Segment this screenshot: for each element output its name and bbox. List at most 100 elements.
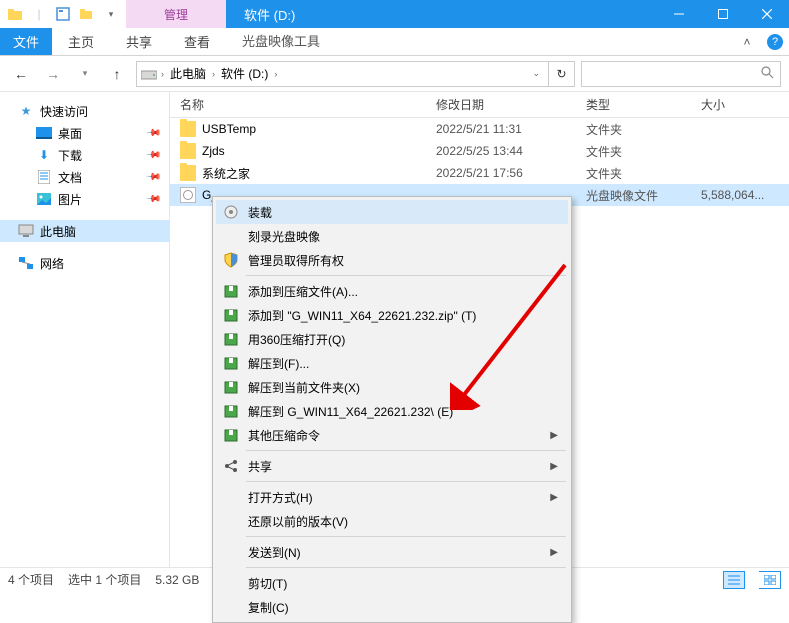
star-icon: ★ [18, 103, 34, 119]
menu-separator [246, 536, 566, 537]
contextual-tab-label: 管理 [126, 0, 226, 28]
tab-disc-image-tools[interactable]: 光盘映像工具 [226, 28, 336, 55]
chevron-right-icon: ▶ [550, 461, 558, 472]
context-menu-item[interactable]: 复制(C) [216, 595, 568, 619]
column-date[interactable]: 修改日期 [426, 96, 576, 113]
menu-separator [246, 450, 566, 451]
help-button[interactable]: ? [761, 28, 789, 55]
table-row[interactable]: 系统之家2022/5/21 17:56文件夹 [170, 162, 789, 184]
sidebar-documents[interactable]: 文档 📌 [0, 166, 169, 188]
chevron-right-icon[interactable]: › [274, 69, 277, 79]
context-menu-item[interactable]: 解压到(F)... [216, 351, 568, 375]
menu-item-label: 发送到(N) [248, 544, 301, 561]
address-dropdown-icon[interactable]: ⌄ [532, 68, 540, 79]
menu-item-label: 复制(C) [248, 599, 289, 616]
context-menu-item[interactable]: 还原以前的版本(V) [216, 509, 568, 533]
table-row[interactable]: Zjds2022/5/25 13:44文件夹 [170, 140, 789, 162]
sidebar-item-label: 文档 [58, 169, 82, 186]
pin-icon: 📌 [144, 191, 161, 208]
tab-home[interactable]: 主页 [52, 28, 110, 55]
qat-dropdown-icon[interactable]: ▾ [100, 3, 122, 25]
context-menu: 装载刻录光盘映像管理员取得所有权添加到压缩文件(A)...添加到 "G_WIN1… [212, 196, 572, 623]
archive-icon [222, 306, 240, 324]
context-menu-item[interactable]: 刻录光盘映像 [216, 224, 568, 248]
pin-icon: 📌 [144, 169, 161, 186]
context-menu-item[interactable]: 发送到(N)▶ [216, 540, 568, 564]
menu-item-label: 装载 [248, 204, 272, 221]
quick-access-toolbar: | ▾ [0, 0, 126, 28]
menu-separator [246, 481, 566, 482]
chevron-right-icon[interactable]: › [161, 69, 164, 79]
pin-icon: 📌 [144, 147, 161, 164]
column-type[interactable]: 类型 [576, 96, 691, 113]
qat-new-folder-icon[interactable] [76, 3, 98, 25]
folder-app-icon [4, 3, 26, 25]
archive-icon [222, 354, 240, 372]
back-button[interactable]: ← [8, 61, 34, 87]
breadcrumb[interactable]: › 此电脑 › 软件 (D:) › ⌄ [136, 61, 549, 87]
search-icon [760, 65, 774, 82]
file-type: 光盘映像文件 [576, 187, 691, 204]
sidebar-desktop[interactable]: 桌面 📌 [0, 122, 169, 144]
file-tab[interactable]: 文件 [0, 28, 52, 55]
download-icon: ⬇ [36, 147, 52, 163]
context-menu-item[interactable]: 剪切(T) [216, 571, 568, 595]
refresh-button[interactable]: ↻ [549, 61, 575, 87]
menu-item-label: 共享 [248, 458, 272, 475]
column-size[interactable]: 大小 [691, 96, 789, 113]
context-menu-item[interactable]: 添加到压缩文件(A)... [216, 279, 568, 303]
breadcrumb-this-pc[interactable]: 此电脑 [168, 65, 208, 82]
context-menu-item[interactable]: 打开方式(H)▶ [216, 485, 568, 509]
qat-sep-icon: | [28, 3, 50, 25]
context-menu-item[interactable]: 装载 [216, 200, 568, 224]
context-menu-item[interactable]: 添加到 "G_WIN11_X64_22621.232.zip" (T) [216, 303, 568, 327]
menu-item-label: 用360压缩打开(Q) [248, 331, 345, 348]
context-menu-item[interactable]: 管理员取得所有权 [216, 248, 568, 272]
mount-icon [222, 203, 240, 221]
file-name: 系统之家 [202, 165, 250, 182]
table-row[interactable]: USBTemp2022/5/21 11:31文件夹 [170, 118, 789, 140]
view-large-icons-button[interactable] [759, 571, 781, 589]
sidebar-item-label: 网络 [40, 255, 64, 272]
archive-icon [222, 402, 240, 420]
tab-view[interactable]: 查看 [168, 28, 226, 55]
sidebar-quick-access[interactable]: ★ 快速访问 [0, 100, 169, 122]
recent-locations-dropdown[interactable]: ▾ [72, 61, 98, 87]
context-menu-item[interactable]: 解压到 G_WIN11_X64_22621.232\ (E) [216, 399, 568, 423]
sidebar-item-label: 图片 [58, 191, 82, 208]
file-type: 文件夹 [576, 143, 691, 160]
menu-separator [246, 567, 566, 568]
context-menu-item[interactable]: 用360压缩打开(Q) [216, 327, 568, 351]
share-icon [222, 457, 240, 475]
view-details-button[interactable] [723, 571, 745, 589]
menu-item-label: 解压到(F)... [248, 355, 309, 372]
ribbon-collapse-icon[interactable]: ˄ [733, 28, 761, 55]
sidebar-network[interactable]: 网络 [0, 252, 169, 274]
tab-share[interactable]: 共享 [110, 28, 168, 55]
context-menu-item[interactable]: 其他压缩命令▶ [216, 423, 568, 447]
navigation-pane: ★ 快速访问 桌面 📌 ⬇ 下载 📌 文档 📌 图片 📌 [0, 92, 170, 567]
file-type: 文件夹 [576, 121, 691, 138]
maximize-button[interactable] [701, 0, 745, 28]
menu-item-label: 解压到当前文件夹(X) [248, 379, 360, 396]
archive-icon [222, 282, 240, 300]
column-name[interactable]: 名称 [170, 96, 426, 113]
minimize-button[interactable] [657, 0, 701, 28]
properties-icon[interactable] [52, 3, 74, 25]
sidebar-item-label: 下载 [58, 147, 82, 164]
sidebar-this-pc[interactable]: 此电脑 [0, 220, 169, 242]
sidebar-downloads[interactable]: ⬇ 下载 📌 [0, 144, 169, 166]
up-button[interactable]: ↑ [104, 61, 130, 87]
forward-button[interactable]: → [40, 61, 66, 87]
status-size: 5.32 GB [155, 573, 199, 587]
context-menu-item[interactable]: 解压到当前文件夹(X) [216, 375, 568, 399]
close-button[interactable] [745, 0, 789, 28]
sidebar-pictures[interactable]: 图片 📌 [0, 188, 169, 210]
menu-item-label: 剪切(T) [248, 575, 287, 592]
context-menu-item[interactable]: 共享 ▶ [216, 454, 568, 478]
search-input[interactable] [581, 61, 781, 87]
breadcrumb-drive[interactable]: 软件 (D:) [219, 65, 270, 82]
document-icon [36, 169, 52, 185]
file-name: USBTemp [202, 122, 256, 136]
chevron-right-icon[interactable]: › [212, 69, 215, 79]
